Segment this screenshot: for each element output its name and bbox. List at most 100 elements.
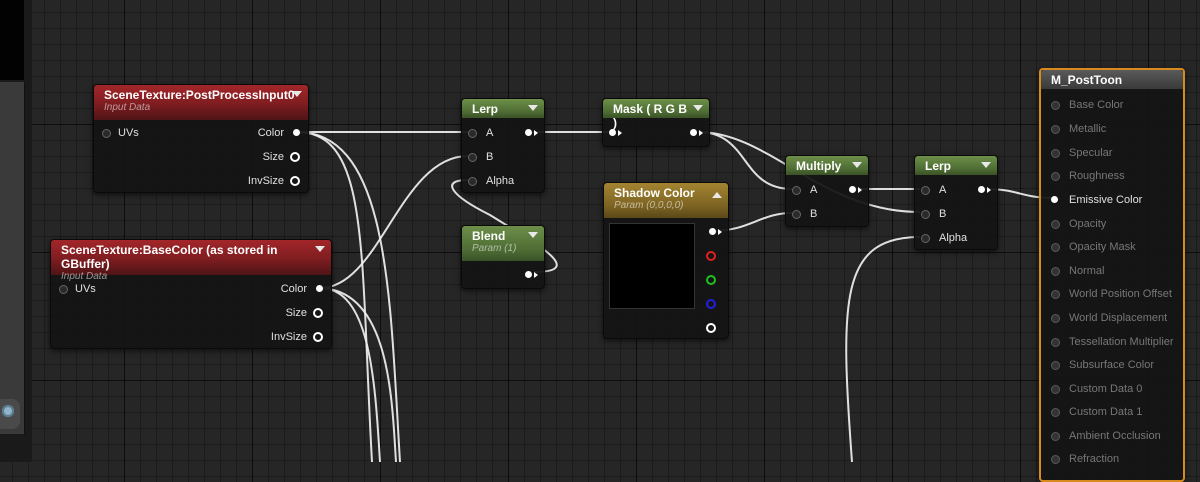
pin-tessellation-multiplier[interactable]: Tessellation Multiplier (1051, 335, 1174, 349)
pin-value-output[interactable] (522, 268, 538, 282)
pin-color-output[interactable]: Color (281, 282, 323, 296)
node-material-output[interactable]: M_PostToon Base Color Metallic Specular … (1039, 68, 1185, 482)
node-header[interactable]: M_PostToon (1041, 70, 1183, 89)
wire-lerp2-alpha-from-below (845, 236, 921, 462)
pin-output-icon (706, 251, 716, 261)
pin-size-output[interactable]: Size (263, 150, 300, 164)
collapse-chevron-icon[interactable] (852, 162, 862, 168)
pin-normal[interactable]: Normal (1051, 264, 1104, 278)
pin-b-input[interactable]: B (468, 150, 493, 164)
pin-r-output[interactable] (706, 249, 720, 263)
left-panel-scroll-strip[interactable] (0, 82, 25, 434)
collapse-chevron-icon[interactable] (981, 162, 991, 168)
node-subtitle: Input Data (104, 102, 151, 113)
pin-output-icon (313, 308, 323, 318)
node-blend-param[interactable]: Blend Param (1) (461, 225, 545, 289)
pin-uvs-input[interactable]: UVs (59, 282, 96, 296)
node-header[interactable]: SceneTexture:BaseColor (as stored in GBu… (51, 240, 331, 282)
node-scene-texture-basecolor[interactable]: SceneTexture:BaseColor (as stored in GBu… (50, 239, 332, 349)
node-title: Lerp (472, 102, 499, 116)
node-header[interactable]: Mask ( R G B ) (603, 99, 709, 130)
node-header[interactable]: Lerp (462, 99, 544, 118)
pin-opacity-mask[interactable]: Opacity Mask (1051, 240, 1136, 254)
globe-icon (2, 405, 14, 417)
pin-result-output[interactable] (975, 183, 991, 197)
pin-output[interactable] (687, 126, 703, 140)
node-scene-texture-postprocess[interactable]: SceneTexture:PostProcessInput0 Input Dat… (93, 84, 309, 193)
pin-input-icon (102, 129, 111, 138)
node-header[interactable]: Lerp (915, 156, 997, 175)
pin-output-icon (709, 228, 716, 235)
pin-output-icon (978, 186, 985, 193)
pin-metallic[interactable]: Metallic (1051, 122, 1106, 136)
pin-input-icon (1051, 361, 1060, 370)
pin-base-color[interactable]: Base Color (1051, 98, 1123, 112)
pin-input-icon (1051, 149, 1060, 158)
pin-input-icon (1051, 455, 1060, 464)
pin-invsize-output[interactable]: InvSize (248, 174, 300, 188)
node-multiply[interactable]: Multiply A B (785, 155, 869, 227)
pin-roughness[interactable]: Roughness (1051, 169, 1125, 183)
wire-layer (296, 131, 1056, 462)
color-preview-swatch (609, 223, 695, 309)
pin-alpha-input[interactable]: Alpha (921, 231, 967, 245)
node-shadow-color[interactable]: Shadow Color Param (0,0,0,0) (603, 182, 729, 339)
pin-uvs-input[interactable]: UVs (102, 126, 139, 140)
pin-a-input[interactable]: A (468, 126, 493, 140)
pin-specular[interactable]: Specular (1051, 146, 1112, 160)
node-header[interactable]: Shadow Color Param (0,0,0,0) (604, 183, 728, 218)
collapse-chevron-icon[interactable] (712, 192, 722, 198)
pin-input[interactable] (609, 126, 623, 140)
pin-alpha-input[interactable]: Alpha (468, 174, 514, 188)
pin-b-input[interactable]: B (792, 207, 817, 221)
pin-result-output[interactable] (846, 183, 862, 197)
pin-result-output[interactable] (522, 126, 538, 140)
pin-invsize-output[interactable]: InvSize (271, 330, 323, 344)
pin-ambient-occlusion[interactable]: Ambient Occlusion (1051, 429, 1161, 443)
pin-a-input[interactable]: A (921, 183, 946, 197)
panel-toggle-button[interactable] (0, 399, 20, 429)
node-title: Shadow Color (614, 186, 695, 200)
node-title: SceneTexture:PostProcessInput0 (104, 88, 295, 102)
pin-color-output[interactable]: Color (258, 126, 300, 140)
collapse-chevron-icon[interactable] (693, 105, 703, 111)
node-header[interactable]: SceneTexture:PostProcessInput0 Input Dat… (94, 85, 308, 120)
pin-subsurface-color[interactable]: Subsurface Color (1051, 358, 1154, 372)
pin-rgb-output[interactable] (706, 225, 722, 239)
pin-emissive-color[interactable]: Emissive Color (1051, 193, 1142, 207)
collapse-chevron-icon[interactable] (528, 232, 538, 238)
node-mask-rgb[interactable]: Mask ( R G B ) (602, 98, 710, 147)
pin-world-displacement[interactable]: World Displacement (1051, 311, 1167, 325)
pin-input-icon (59, 285, 68, 294)
collapse-chevron-icon[interactable] (292, 91, 302, 97)
node-header[interactable]: Multiply (786, 156, 868, 175)
pin-input-icon (1051, 385, 1060, 394)
pin-opacity[interactable]: Opacity (1051, 217, 1106, 231)
collapse-chevron-icon[interactable] (315, 246, 325, 252)
node-title: M_PostToon (1051, 73, 1123, 87)
collapse-chevron-icon[interactable] (528, 105, 538, 111)
pin-refraction[interactable]: Refraction (1051, 452, 1119, 466)
pin-input-icon (468, 153, 477, 162)
pin-input-icon (609, 129, 616, 136)
pin-size-output[interactable]: Size (286, 306, 323, 320)
pin-input-icon (1051, 125, 1060, 134)
node-lerp-1[interactable]: Lerp A B Alpha (461, 98, 545, 193)
node-header[interactable]: Blend Param (1) (462, 226, 544, 261)
pin-a-input[interactable]: A (792, 183, 817, 197)
pin-world-position-offset[interactable]: World Position Offset (1051, 287, 1172, 301)
pin-custom-data-0[interactable]: Custom Data 0 (1051, 382, 1142, 396)
pin-input-icon (1051, 220, 1060, 229)
node-lerp-2[interactable]: Lerp A B Alpha (914, 155, 998, 250)
pin-b-input[interactable]: B (921, 207, 946, 221)
node-subtitle: Param (1) (472, 243, 517, 254)
pin-g-output[interactable] (706, 273, 720, 287)
pin-b-output[interactable] (706, 297, 720, 311)
node-title: SceneTexture:BaseColor (as stored in GBu… (61, 243, 278, 271)
pin-output-icon (706, 299, 716, 309)
pin-custom-data-1[interactable]: Custom Data 1 (1051, 405, 1142, 419)
pin-a-output[interactable] (706, 321, 720, 335)
pin-output-icon (316, 285, 323, 292)
pin-input-icon (921, 186, 930, 195)
arrow-icon (534, 130, 538, 136)
